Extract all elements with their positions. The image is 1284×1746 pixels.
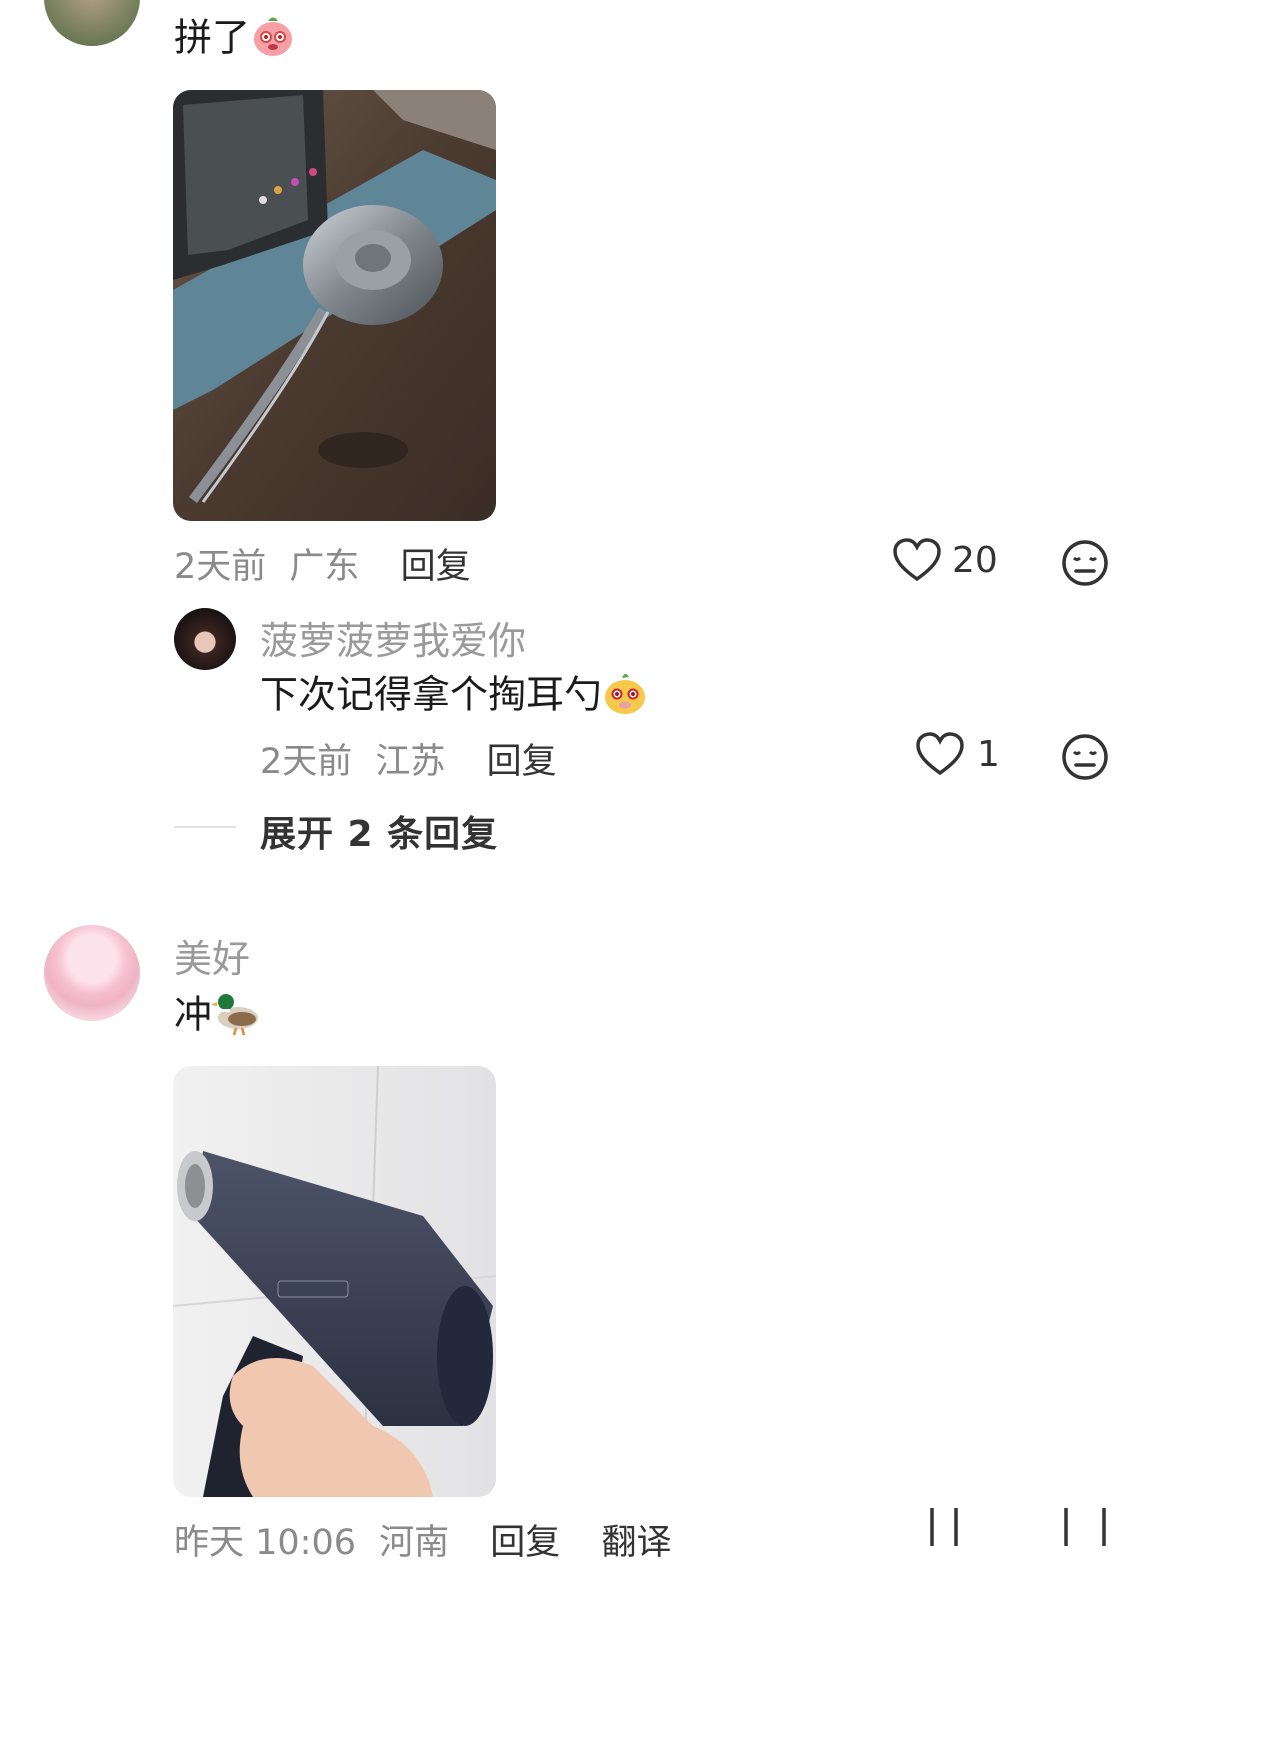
comment-time: 昨天 10:06 [174,1523,356,1563]
dislike-face-icon[interactable] [1060,732,1110,782]
reply-meta: 2天前 江苏 回复 [260,733,557,784]
reply-location: 江苏 [375,742,446,782]
reply-avatar[interactable] [174,608,236,670]
reply-time: 2天前 [260,742,353,782]
heart-icon [892,537,942,583]
reply-reply-button[interactable]: 回复 [487,742,557,782]
comment-location: 广东 [289,547,360,587]
duck-emoji [210,988,264,1046]
translate-button[interactable]: 翻译 [601,1523,671,1563]
reply-like-count: 1 [977,733,1000,775]
dislike-face-icon[interactable] [1060,1508,1110,1546]
comment-text: 拼了 [174,12,296,68]
dislike-face-icon[interactable] [1060,538,1110,588]
comment-meta: 昨天 10:06 河南 回复 翻译 [174,1514,671,1565]
avatar[interactable] [44,925,140,1021]
expand-replies-button[interactable]: 展开 2 条回复 [260,805,498,857]
heart-icon[interactable] [924,1508,964,1546]
reply-button[interactable]: 回复 [401,547,471,587]
avatar[interactable] [44,0,140,46]
comment-photo-hairdryer[interactable] [173,1066,496,1497]
reply-text: 下次记得拿个掏耳勺 [260,668,648,726]
comment-username[interactable]: 美好 [174,928,250,983]
comment-body: 冲 [174,992,213,1037]
reply-like-button[interactable]: 1 [915,731,1000,777]
reply-body: 下次记得拿个掏耳勺 [260,672,603,717]
comment-location: 河南 [379,1523,450,1563]
expand-divider [174,826,236,828]
comment-meta: 2天前 广东 回复 [174,538,471,589]
comment-time: 2天前 [174,547,267,587]
comment-text: 冲 [174,988,264,1046]
pink-peach-emoji [250,12,296,68]
yellow-pear-emoji [602,668,648,726]
reply-button[interactable]: 回复 [490,1523,560,1563]
like-button[interactable]: 20 [892,537,998,583]
reply-username[interactable]: 菠萝菠萝我爱你 [260,610,526,665]
heart-icon [915,731,965,777]
comment-body: 拼了 [174,15,251,60]
like-count: 20 [952,539,998,581]
comment-photo-spoon[interactable] [173,90,496,521]
